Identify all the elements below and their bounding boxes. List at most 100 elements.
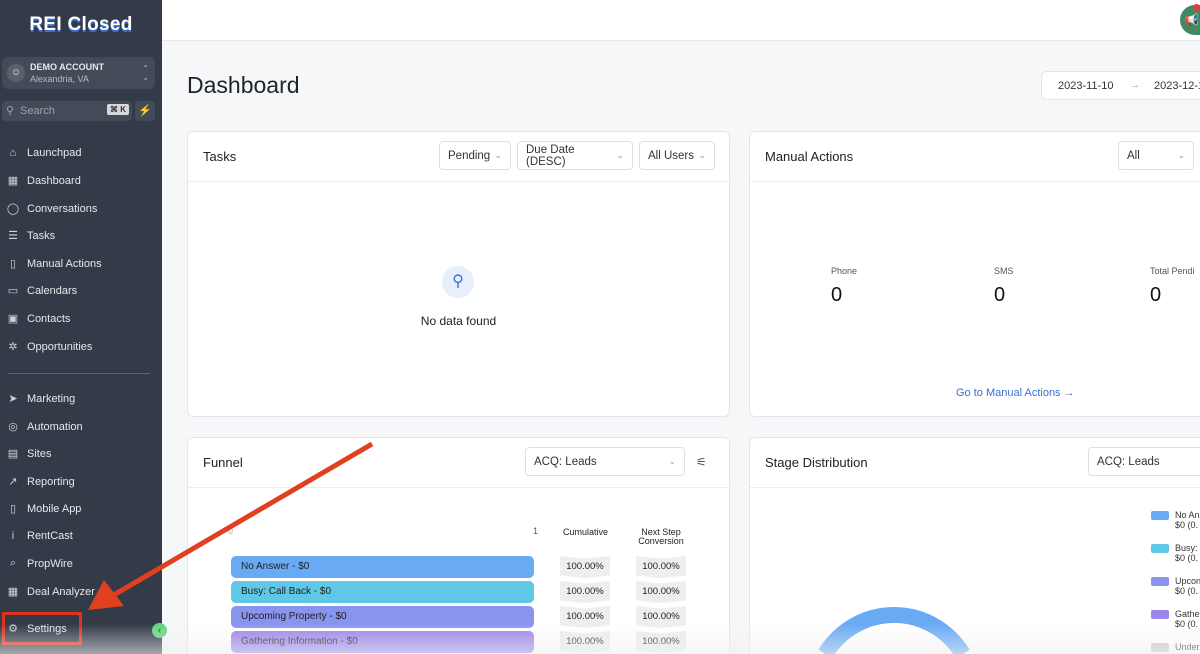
cumulative-value: 100.00% xyxy=(560,606,610,628)
stat-label: Total Pendi xyxy=(1150,266,1195,276)
sidebar-item-contacts[interactable]: ▣ Contacts xyxy=(6,312,71,326)
manual-actions-filter[interactable]: All ⌄ xyxy=(1118,141,1194,170)
quick-action-bolt-icon[interactable]: ⚡ xyxy=(135,101,155,121)
tasks-card: Tasks Pending ⌄ Due Date (DESC) ⌄ All User… xyxy=(187,131,730,417)
sidebar-item-propwire[interactable]: ⌕ PropWire xyxy=(6,557,73,570)
stat-value: 0 xyxy=(831,284,843,306)
date-to: 2023-12-1 xyxy=(1154,80,1200,92)
legend-name: Under xyxy=(1175,642,1200,652)
next-step-header: Next Step Conversion xyxy=(638,527,684,546)
divider xyxy=(188,181,729,182)
sidebar-item-label: Automation xyxy=(27,420,83,433)
nav-icon: ▣ xyxy=(7,313,19,325)
sidebar-item-sites[interactable]: ▤ Sites xyxy=(6,447,52,461)
nav-icon: ⌂ xyxy=(9,147,17,159)
legend-item[interactable]: Busy: $0 (0. xyxy=(1151,543,1200,563)
nav-icon: ⌕ xyxy=(9,557,17,569)
user-filter-value: All Users xyxy=(648,149,695,162)
nav-icon: ◯ xyxy=(6,203,20,215)
sidebar-item-marketing[interactable]: ➤ Marketing xyxy=(6,392,76,406)
legend-swatch xyxy=(1151,511,1169,520)
search-placeholder: Search xyxy=(20,105,55,117)
legend-value: $0 (0. xyxy=(1175,553,1199,563)
funnel-bar[interactable]: Busy: Call Back - $0 xyxy=(231,581,534,603)
sidebar-item-mobile-app[interactable]: ▯ Mobile App xyxy=(6,502,81,516)
status-filter[interactable]: Pending ⌄ xyxy=(439,141,511,170)
sidebar-item-launchpad[interactable]: ⌂ Launchpad xyxy=(6,147,82,159)
nav-icon: i xyxy=(11,530,15,542)
account-icon: ☺ xyxy=(7,64,25,82)
page-title: Dashboard xyxy=(187,72,300,98)
chevron-updown-icon: ⌃ ⌄ xyxy=(142,64,149,82)
nav-icon: ☰ xyxy=(8,230,18,242)
cumulative-header: Cumulative xyxy=(562,527,609,537)
sidebar-item-reporting[interactable]: ↗ Reporting xyxy=(6,475,75,489)
tasks-title: Tasks xyxy=(203,149,237,164)
sidebar-item-tasks[interactable]: ☰ Tasks xyxy=(6,229,56,243)
nav-icon: ◎ xyxy=(8,421,18,433)
stat-sms: SMS 0 xyxy=(994,266,1014,307)
sidebar-item-manual-actions[interactable]: ▯ Manual Actions xyxy=(6,257,102,271)
sidebar-item-dashboard[interactable]: ▦ Dashboard xyxy=(6,174,81,188)
sidebar-item-label: Sites xyxy=(27,447,52,460)
legend-value: $0 (0. xyxy=(1175,520,1199,530)
legend-value: $0 (0. xyxy=(1175,586,1199,596)
stat-value: 0 xyxy=(1150,284,1162,306)
cumulative-value: 100.00% xyxy=(560,581,610,603)
sort-filter[interactable]: Due Date (DESC) ⌄ xyxy=(517,141,633,170)
stat-total-pending: Total Pendi 0 xyxy=(1150,266,1195,307)
funnel-bar[interactable]: No Answer - $0 xyxy=(231,556,534,578)
sidebar-item-label: Deal Analyzer xyxy=(27,585,95,598)
sidebar-item-opportunities[interactable]: ✲ Opportunities xyxy=(6,340,93,354)
sidebar-item-automation[interactable]: ◎ Automation xyxy=(6,420,83,434)
logo: REI Closed xyxy=(29,14,133,35)
collapse-sidebar-icon[interactable]: ‹ xyxy=(152,623,167,638)
sort-filter-value: Due Date (DESC) xyxy=(526,143,575,168)
sidebar-item-label: Calendars xyxy=(27,284,78,297)
stage-pipeline-select[interactable]: ACQ: Leads xyxy=(1088,447,1200,476)
funnel-pipeline-select[interactable]: ACQ: Leads ⌄ xyxy=(525,447,685,476)
divider xyxy=(188,487,729,488)
legend-swatch xyxy=(1151,544,1169,553)
legend-item[interactable]: Upcon $0 (0. xyxy=(1151,576,1200,596)
funnel-title: Funnel xyxy=(203,455,243,470)
nav-icon: ▭ xyxy=(7,285,19,297)
account-location: Alexandria, VA xyxy=(30,74,89,84)
date-range-picker[interactable]: 2023-11-10 → 2023-12-1 xyxy=(1041,71,1200,100)
search-input[interactable]: ⚲ Search ⌘ K xyxy=(2,101,132,121)
legend-item[interactable]: Under xyxy=(1151,642,1200,652)
sidebar-item-calendars[interactable]: ▭ Calendars xyxy=(6,284,78,298)
sidebar-item-deal-analyzer[interactable]: ▦ Deal Analyzer xyxy=(6,585,95,599)
stat-value: 0 xyxy=(994,284,1006,306)
manual-actions-title: Manual Actions xyxy=(765,149,854,164)
settings-sliders-icon[interactable]: ⚟ xyxy=(696,455,707,469)
sidebar-item-label: Reporting xyxy=(27,475,75,488)
sidebar-item-label: RentCast xyxy=(27,530,73,542)
manual-actions-card: Manual Actions All ⌄ Phone 0 SMS 0 Total Pe… xyxy=(749,131,1200,417)
nav-icon: ▤ xyxy=(7,448,19,460)
search-icon: ⚲ xyxy=(6,105,15,117)
axis-max: 1 xyxy=(533,526,539,536)
legend-name: Upcon xyxy=(1175,576,1200,586)
go-to-manual-actions-link[interactable]: Go to Manual Actions → xyxy=(956,387,1075,399)
stat-phone: Phone 0 xyxy=(831,266,857,307)
sidebar-item-label: Tasks xyxy=(27,229,56,242)
sidebar-item-label: Contacts xyxy=(27,312,71,325)
sidebar-item-label: Dashboard xyxy=(27,174,81,187)
legend-item[interactable]: Gathe $0 (0. xyxy=(1151,609,1200,629)
nav-icon: ➤ xyxy=(8,393,18,405)
sidebar-item-label: Marketing xyxy=(27,392,76,405)
chevron-down-icon: ⌄ xyxy=(616,150,624,160)
nav-icon: ▦ xyxy=(7,175,19,187)
legend-item[interactable]: No An $0 (0. xyxy=(1151,510,1200,530)
next-step-value: 100.00% xyxy=(636,556,686,578)
sidebar-item-label: Opportunities xyxy=(27,340,93,353)
funnel-bar[interactable]: Gathering Information - $0 xyxy=(231,631,534,653)
sidebar-item-rentcast[interactable]: i RentCast xyxy=(6,530,73,542)
funnel-bar[interactable]: Upcoming Property - $0 xyxy=(231,606,534,628)
account-switcher[interactable]: ☺ DEMO ACCOUNT Alexandria, VA ⌃ ⌄ xyxy=(2,57,155,89)
stat-label: SMS xyxy=(994,266,1014,276)
sidebar-item-conversations[interactable]: ◯ Conversations xyxy=(6,202,97,216)
user-filter[interactable]: All Users ⌄ xyxy=(639,141,715,170)
next-step-value: 100.00% xyxy=(636,581,686,603)
